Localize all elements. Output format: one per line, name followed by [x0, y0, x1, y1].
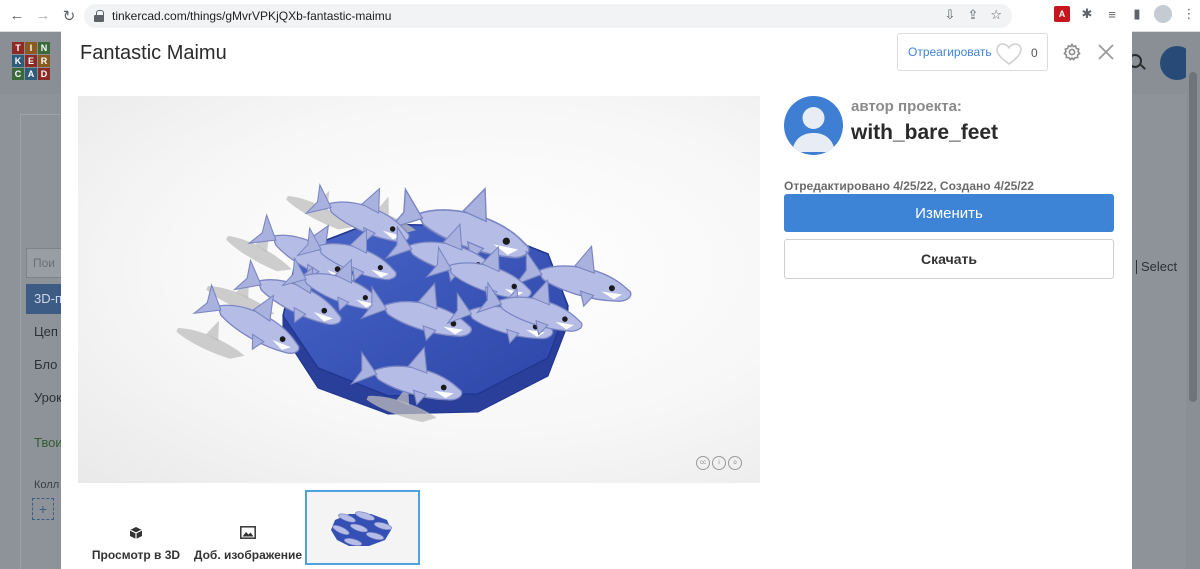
forward-arrow-icon[interactable]: → [30, 3, 56, 29]
react-button[interactable]: Отреагировать 0 [897, 33, 1048, 71]
react-count: 0 [1031, 46, 1038, 60]
image-icon [240, 526, 256, 539]
sidebar-item-codeblocks[interactable]: Бло [26, 350, 66, 380]
thumbnail-render [307, 492, 418, 563]
install-icon[interactable]: ⇩ [945, 7, 956, 23]
profile-avatar-icon[interactable] [1154, 5, 1172, 23]
react-label: Отреагировать [908, 45, 992, 59]
view-3d-button[interactable]: Просмотр в 3D [90, 512, 182, 562]
author-avatar[interactable] [784, 96, 843, 155]
model-preview[interactable]: cc i o [78, 96, 760, 483]
bookmark-star-icon[interactable]: ☆ [990, 7, 1002, 23]
sharealike-icon: o [728, 456, 742, 470]
sidebar-item-yours[interactable]: Твои [26, 428, 66, 458]
edit-create-dates: Отредактировано 4/25/22, Создано 4/25/22 [784, 179, 1034, 193]
back-arrow-icon[interactable]: ← [4, 3, 30, 29]
author-name[interactable]: with_bare_feet [851, 121, 998, 145]
cube-icon [129, 527, 143, 539]
sidebar-item-lessons[interactable]: Урок [26, 383, 66, 413]
pdf-extension-icon[interactable]: A [1054, 6, 1070, 22]
attribution-icon: i [712, 456, 726, 470]
selected-thumbnail[interactable] [305, 490, 420, 565]
tinkercad-logo[interactable]: T I N K E R C A D [12, 42, 50, 80]
default-user-icon [792, 107, 835, 152]
project-modal: Fantastic Maimu Отреагировать 0 cc i o П… [61, 30, 1132, 569]
edit-button[interactable]: Изменить [784, 194, 1114, 232]
lock-icon [94, 10, 104, 22]
sidebar-item-3d[interactable]: 3D-п [26, 284, 66, 314]
share-icon[interactable]: ⇪ [967, 7, 978, 23]
side-panel-icon[interactable]: ▮ [1129, 6, 1145, 22]
cc-icon: cc [696, 456, 710, 470]
select-label[interactable]: Select [1136, 260, 1177, 274]
license-icons[interactable]: cc i o [696, 456, 742, 470]
download-button[interactable]: Скачать [784, 239, 1114, 279]
view-3d-label: Просмотр в 3D [91, 548, 181, 562]
heart-icon [996, 43, 1022, 65]
address-bar[interactable]: tinkercad.com/things/gMvrVPKjQXb-fantast… [84, 4, 1012, 28]
shark-model-render [174, 163, 641, 428]
add-image-button[interactable]: Доб. изображение [193, 512, 303, 562]
puzzle-extensions-icon[interactable]: ✱ [1079, 6, 1095, 22]
scrollbar-thumb[interactable] [1189, 72, 1197, 402]
browser-toolbar: ← → ↻ tinkercad.com/things/gMvrVPKjQXb-f… [0, 0, 1200, 32]
menu-dots-icon[interactable]: ⋮ [1181, 6, 1197, 22]
close-icon[interactable] [1097, 43, 1115, 61]
reload-icon[interactable]: ↻ [56, 3, 82, 29]
add-image-label: Доб. изображение [193, 548, 303, 562]
sidebar-item-circuits[interactable]: Цеп [26, 317, 66, 347]
gear-icon[interactable] [1063, 43, 1081, 61]
author-label: автор проекта: [851, 98, 962, 115]
project-title: Fantastic Maimu [80, 42, 227, 64]
sidebar-search-input[interactable]: Пои [26, 248, 66, 278]
url-text: tinkercad.com/things/gMvrVPKjQXb-fantast… [112, 9, 392, 23]
reading-list-icon[interactable]: ≡ [1104, 6, 1120, 22]
add-collection-button[interactable]: + [32, 498, 54, 520]
